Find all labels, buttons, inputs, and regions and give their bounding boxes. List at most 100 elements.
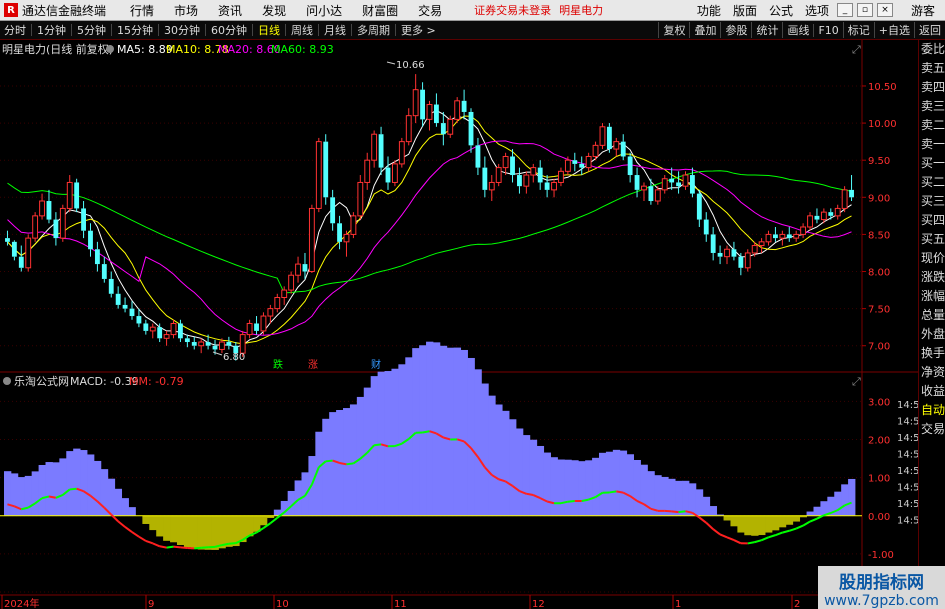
menu-item-trade[interactable]: 交易 [418, 2, 442, 19]
period-intraday[interactable]: 分时 [0, 22, 30, 38]
side-item[interactable]: 涨跌 [919, 268, 945, 287]
period-monthly[interactable]: 月线 [320, 22, 350, 38]
macd-bar [59, 458, 67, 516]
add-watchlist-button[interactable]: +自选 [873, 22, 914, 38]
event-rise-marker[interactable]: 涨 [308, 359, 318, 371]
macd-bar [564, 459, 572, 516]
side-item[interactable]: 现价 [919, 249, 945, 268]
side-item[interactable]: 涨幅 [919, 287, 945, 306]
macd-bar [813, 506, 821, 516]
candle [517, 167, 522, 194]
macd-bar [121, 498, 129, 516]
menu-item-market[interactable]: 市场 [174, 2, 198, 19]
stats-button[interactable]: 统计 [751, 22, 782, 38]
side-item[interactable]: 净资 [919, 363, 945, 382]
side-item[interactable]: 卖五 [919, 59, 945, 78]
adjust-button[interactable]: 复权 [658, 22, 689, 38]
candle [661, 175, 668, 194]
f10-button[interactable]: F10 [813, 23, 842, 37]
macd-bar [619, 450, 628, 516]
ma-settings-icon[interactable] [106, 45, 114, 53]
menu-item-wealth[interactable]: 财富圈 [362, 2, 398, 19]
macd-bar [488, 395, 496, 516]
macd-bar [633, 459, 641, 516]
macd-settings-icon[interactable] [3, 377, 11, 385]
candle [696, 189, 702, 227]
period-15min[interactable]: 15分钟 [113, 22, 157, 38]
guest-label[interactable]: 游客 [911, 2, 935, 19]
candle [115, 286, 121, 309]
macd-bar [792, 515, 801, 522]
side-item[interactable]: 买四 [919, 211, 945, 230]
candle [495, 163, 502, 187]
side-item[interactable]: 买五 [919, 230, 945, 249]
macd-bar [426, 341, 434, 516]
candle [758, 238, 765, 253]
period-multi[interactable]: 多周期 [353, 22, 394, 38]
candle [468, 108, 474, 153]
side-item[interactable]: 买三 [919, 192, 945, 211]
candle [122, 297, 128, 313]
time-tick-label: 14:56 [897, 516, 918, 527]
side-item[interactable]: 卖四 [919, 78, 945, 97]
app-title: 通达信金融终端 [22, 3, 107, 18]
side-item[interactable]: 买一 [919, 154, 945, 173]
menu-item-layout[interactable]: 版面 [733, 2, 757, 19]
candle [689, 167, 695, 198]
period-weekly[interactable]: 周线 [287, 22, 317, 38]
side-item[interactable]: 买二 [919, 173, 945, 192]
menu-item-ask[interactable]: 问小达 [306, 2, 342, 19]
chart-area[interactable]: 10.5010.009.509.008.508.007.507.00 3.002… [0, 40, 918, 609]
side-item[interactable]: 卖一 [919, 135, 945, 154]
price-panel-title[interactable]: 明星电力(日线 前复权) [2, 42, 113, 56]
side-item[interactable]: 换手 [919, 344, 945, 363]
time-tick-label: 14:56 [897, 433, 918, 444]
menu-item-quotes[interactable]: 行情 [130, 2, 154, 19]
event-finance-marker[interactable]: 财 [371, 358, 381, 371]
side-item[interactable]: 卖二 [919, 116, 945, 135]
macd-bar [744, 515, 752, 536]
period-30min[interactable]: 30分钟 [160, 22, 204, 38]
side-item[interactable]: 卖三 [919, 97, 945, 116]
collapse-icon[interactable]: ⤢ [852, 375, 861, 388]
login-status[interactable]: 证券交易未登录 [474, 2, 551, 18]
menu-item-news[interactable]: 资讯 [218, 2, 242, 19]
candle [371, 130, 378, 168]
candle [274, 293, 281, 313]
menu-item-function[interactable]: 功能 [697, 2, 721, 19]
period-more[interactable]: 更多 > [397, 22, 440, 38]
restore-icon[interactable]: ▫ [856, 3, 873, 17]
candle [475, 137, 481, 176]
price-tick-label: 9.00 [868, 193, 890, 204]
menu-item-formula[interactable]: 公式 [769, 2, 793, 19]
overlay-button[interactable]: 叠加 [689, 22, 720, 38]
side-item[interactable]: 交易 [919, 420, 945, 439]
event-fall-marker[interactable]: 跌 [273, 358, 283, 371]
side-item[interactable]: 收益 [919, 382, 945, 401]
menu-item-options[interactable]: 选项 [805, 2, 829, 19]
macd-bar [183, 515, 192, 548]
side-item[interactable]: 外盘 [919, 325, 945, 344]
menu-item-discover[interactable]: 发现 [262, 2, 286, 19]
minimize-icon[interactable]: _ [836, 3, 853, 17]
mark-button[interactable]: 标记 [842, 22, 874, 38]
holdings-button[interactable]: 参股 [720, 22, 751, 38]
draw-button[interactable]: 画线 [782, 22, 813, 38]
back-button[interactable]: 返回 [914, 22, 945, 38]
candle [510, 149, 515, 183]
macd-segment [705, 522, 714, 530]
period-1min[interactable]: 1分钟 [33, 22, 70, 38]
side-item[interactable]: 总量 [919, 306, 945, 325]
side-item[interactable]: 自动 [919, 401, 945, 420]
x-tick-label: 2 [794, 599, 800, 609]
expand-icon[interactable]: ⤢ [852, 43, 861, 56]
macd-panel-title[interactable]: 乐淘公式网 [14, 375, 69, 388]
candle [198, 338, 205, 354]
period-60min[interactable]: 60分钟 [207, 22, 251, 38]
macd-segment [726, 536, 735, 541]
side-item[interactable]: 委比 [919, 40, 945, 59]
candle [378, 126, 384, 176]
period-daily[interactable]: 日线 [254, 22, 284, 38]
close-icon[interactable]: × [876, 3, 893, 17]
period-5min[interactable]: 5分钟 [73, 22, 110, 38]
